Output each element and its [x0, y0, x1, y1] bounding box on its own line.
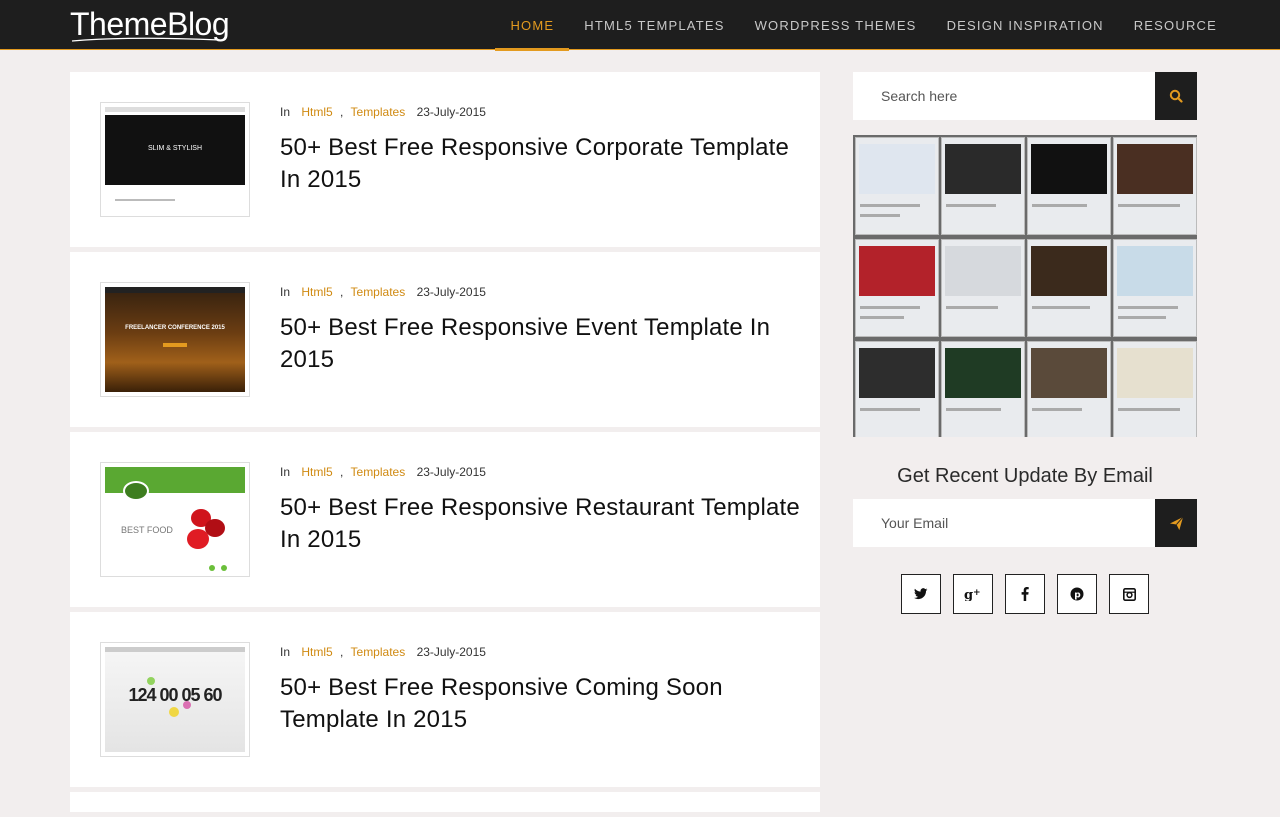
category-link-templates[interactable]: Templates: [351, 465, 406, 479]
category-link-html5[interactable]: Html5: [301, 465, 332, 479]
search-box: [853, 72, 1197, 120]
thumb-caption: SLIM & STYLISH: [147, 145, 203, 152]
twitter-link[interactable]: [901, 574, 941, 614]
post-title[interactable]: 50+ Best Free Responsive Coming Soon Tem…: [280, 672, 800, 736]
category-link-templates[interactable]: Templates: [351, 285, 406, 299]
pinterest-icon: p: [1070, 587, 1084, 601]
post-card: FREELANCER CONFERENCE 2015 In Html5 , Te…: [70, 252, 820, 427]
post-thumbnail[interactable]: SLIM & STYLISH: [100, 102, 250, 217]
post-meta: In Html5 , Templates 23-July-2015: [280, 285, 486, 299]
in-label: In: [280, 105, 291, 119]
post-card: 124 00 05 60 In Html5 , Templates 23-Jul…: [70, 612, 820, 787]
google-plus-icon: g +: [964, 588, 981, 601]
main-nav: Home HTML5 Templates Wordpress Themes De…: [495, 0, 1232, 51]
category-link-templates[interactable]: Templates: [351, 105, 406, 119]
post-meta: In Html5 , Templates 23-July-2015: [280, 645, 486, 659]
paper-plane-icon: [1169, 516, 1183, 530]
post-list: SLIM & STYLISH In Html5 , Templates 23-J…: [70, 72, 820, 817]
post-title[interactable]: 50+ Best Free Responsive Corporate Templ…: [280, 132, 800, 196]
thumb-caption: 124 00 05 60: [128, 685, 222, 705]
post-card: BEST FOOD In Html5 , Templates 23-July-2…: [70, 432, 820, 607]
nav-design-inspiration[interactable]: Design Inspiration: [932, 0, 1119, 50]
nav-wordpress-themes[interactable]: Wordpress Themes: [740, 0, 932, 50]
facebook-link[interactable]: [1005, 574, 1045, 614]
instagram-icon: [1122, 587, 1136, 601]
category-link-html5[interactable]: Html5: [301, 105, 332, 119]
twitter-icon: [914, 588, 928, 600]
post-date: 23-July-2015: [416, 465, 486, 479]
search-input[interactable]: [881, 72, 1151, 120]
nav-home[interactable]: Home: [495, 0, 570, 51]
logo-swoosh-icon: [71, 37, 221, 42]
category-separator: ,: [340, 285, 344, 299]
post-date: 23-July-2015: [416, 105, 486, 119]
post-date: 23-July-2015: [416, 645, 486, 659]
social-links: g + p: [853, 574, 1197, 614]
search-icon: [1169, 89, 1183, 103]
facebook-icon: [1021, 587, 1029, 601]
svg-text:p: p: [1074, 591, 1081, 601]
category-separator: ,: [340, 465, 344, 479]
subscribe-button[interactable]: [1155, 499, 1197, 547]
post-meta: In Html5 , Templates 23-July-2015: [280, 465, 486, 479]
nav-html5-templates[interactable]: HTML5 Templates: [569, 0, 739, 50]
email-signup-title: Get Recent Update By Email: [897, 465, 1153, 487]
post-thumbnail[interactable]: BEST FOOD: [100, 462, 250, 577]
in-label: In: [280, 645, 291, 659]
post-thumbnail[interactable]: FREELANCER CONFERENCE 2015: [100, 282, 250, 397]
post-title[interactable]: 50+ Best Free Responsive Event Template …: [280, 312, 800, 376]
thumb-caption: FREELANCER CONFERENCE 2015: [125, 325, 225, 331]
category-separator: ,: [340, 105, 344, 119]
post-thumbnail[interactable]: 124 00 05 60: [100, 642, 250, 757]
post-title[interactable]: 50+ Best Free Responsive Restaurant Temp…: [280, 492, 800, 556]
svg-text:+: +: [973, 588, 981, 598]
in-label: In: [280, 465, 291, 479]
post-card-partial: [70, 792, 820, 812]
sidebar: Get Recent Update By Email g + p: [853, 72, 1197, 614]
in-label: In: [280, 285, 291, 299]
email-field[interactable]: [881, 499, 1151, 547]
thumb-caption: BEST FOOD: [121, 525, 173, 535]
svg-text:g: g: [964, 588, 973, 601]
top-navbar: ThemeBlog Home HTML5 Templates Wordpress…: [0, 0, 1280, 51]
search-button[interactable]: [1155, 72, 1197, 120]
post-date: 23-July-2015: [416, 285, 486, 299]
category-link-html5[interactable]: Html5: [301, 285, 332, 299]
instagram-link[interactable]: [1109, 574, 1149, 614]
post-card: SLIM & STYLISH In Html5 , Templates 23-J…: [70, 72, 820, 247]
category-link-templates[interactable]: Templates: [351, 645, 406, 659]
email-subscribe-box: [853, 499, 1197, 547]
pinterest-link[interactable]: p: [1057, 574, 1097, 614]
post-meta: In Html5 , Templates 23-July-2015: [280, 105, 486, 119]
featured-collage-image[interactable]: [853, 135, 1197, 437]
nav-resource[interactable]: Resource: [1119, 0, 1232, 50]
google-plus-link[interactable]: g +: [953, 574, 993, 614]
category-separator: ,: [340, 645, 344, 659]
category-link-html5[interactable]: Html5: [301, 645, 332, 659]
